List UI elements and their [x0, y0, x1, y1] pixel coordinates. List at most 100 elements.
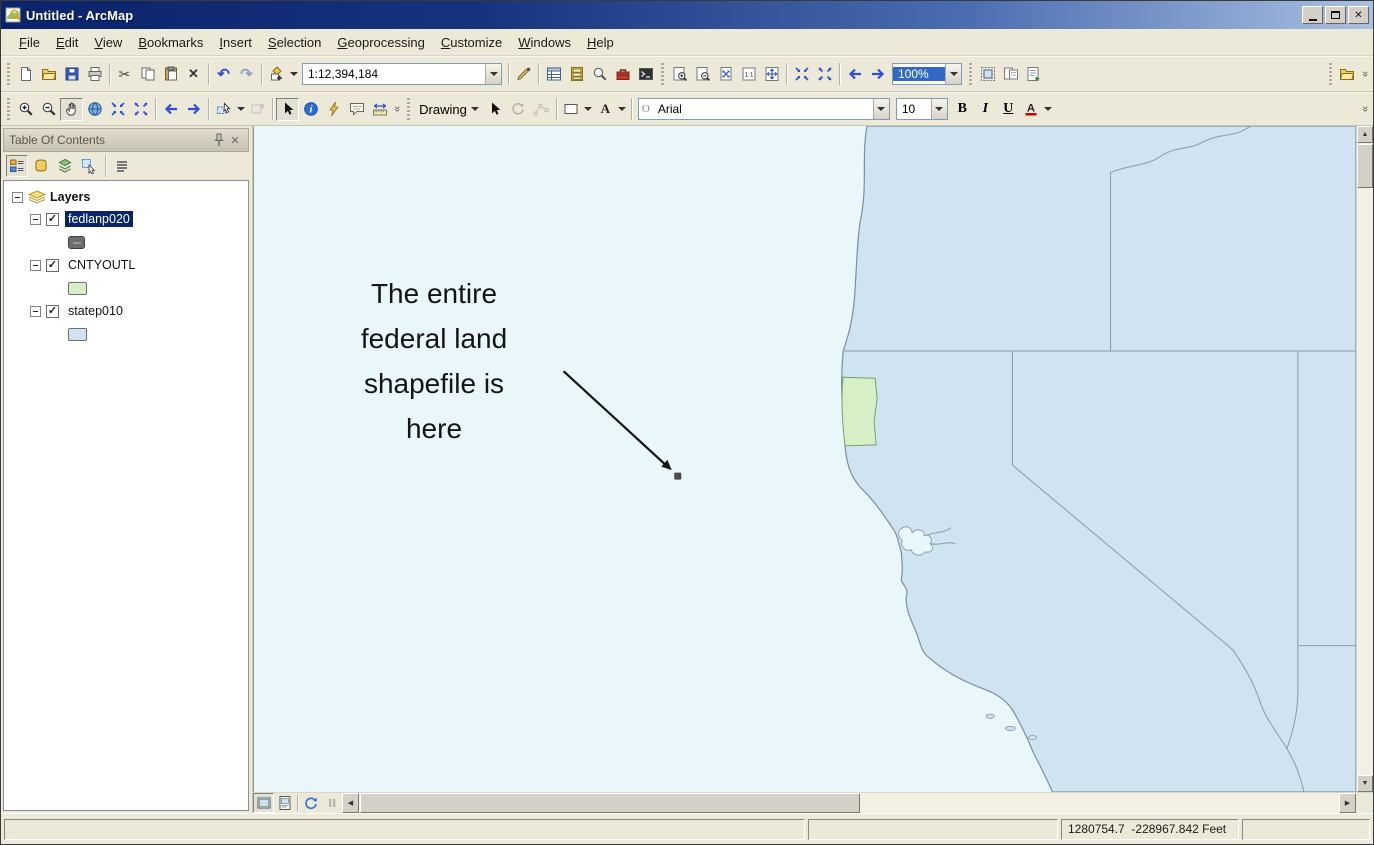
layer-checkbox[interactable]: ✓: [46, 213, 59, 226]
pause-drawing-button[interactable]: [321, 793, 342, 813]
scroll-down-button[interactable]: ▼: [1357, 775, 1373, 792]
minimize-button[interactable]: [1302, 6, 1323, 24]
collapse-icon[interactable]: [30, 260, 41, 271]
paste-button[interactable]: [159, 63, 182, 86]
vertical-scrollbar[interactable]: ▲ ▼: [1356, 126, 1373, 792]
measure-button[interactable]: [368, 98, 391, 121]
copy-button[interactable]: [136, 63, 159, 86]
font-color-dropdown[interactable]: [1043, 98, 1054, 121]
polygon-symbol-swatch[interactable]: [68, 328, 87, 341]
menu-geoprocessing[interactable]: Geoprocessing: [329, 31, 432, 54]
toolbar-overflow-chevron-icon[interactable]: »: [391, 106, 403, 112]
arctoolbox-button[interactable]: [611, 63, 634, 86]
change-layout-button[interactable]: [999, 63, 1022, 86]
layers-root-label[interactable]: Layers: [50, 190, 90, 204]
layer-checkbox[interactable]: ✓: [46, 305, 59, 318]
layer-row-statep010[interactable]: ✓ statep010: [4, 300, 248, 322]
toolbar-overflow-chevron-icon[interactable]: »: [1359, 71, 1371, 77]
open-button[interactable]: [37, 63, 60, 86]
map-canvas[interactable]: The entire federal land shapefile is her…: [253, 126, 1356, 792]
toolbar-grip[interactable]: [7, 98, 10, 120]
add-data-button[interactable]: [265, 63, 288, 86]
scroll-right-button[interactable]: ▶: [1339, 793, 1356, 813]
vertical-scroll-thumb[interactable]: [1357, 144, 1373, 188]
menu-help[interactable]: Help: [579, 31, 622, 54]
toc-close-button[interactable]: ✕: [227, 132, 243, 148]
layout-zoom-value[interactable]: 100%: [893, 67, 945, 81]
menu-selection[interactable]: Selection: [260, 31, 329, 54]
collapse-icon[interactable]: [30, 306, 41, 317]
layer-row-cntyoutl[interactable]: ✓ CNTYOUTL: [4, 254, 248, 276]
menu-edit[interactable]: Edit: [48, 31, 86, 54]
maximize-button[interactable]: [1325, 6, 1346, 24]
full-extent-button[interactable]: [83, 98, 106, 121]
pan-page-button[interactable]: [760, 63, 783, 86]
drawing-menu-button[interactable]: Drawing: [414, 100, 484, 119]
polygon-symbol-swatch[interactable]: [68, 282, 87, 295]
scroll-up-button[interactable]: ▲: [1357, 126, 1373, 143]
font-name-value[interactable]: Arial: [653, 102, 873, 116]
fixed-zoom-out-button[interactable]: [129, 98, 152, 121]
zoom-in-page-button[interactable]: [668, 63, 691, 86]
python-window-button[interactable]: [634, 63, 657, 86]
rotate-element-button[interactable]: [507, 98, 530, 121]
select-features-dropdown[interactable]: [235, 98, 246, 121]
title-bar[interactable]: Untitled - ArcMap ✕: [1, 1, 1373, 29]
menu-windows[interactable]: Windows: [510, 31, 579, 54]
go-back-extent-button[interactable]: [159, 98, 182, 121]
layout-zoom-combo[interactable]: 100%: [892, 63, 962, 85]
italic-button[interactable]: I: [974, 98, 997, 121]
map-scale-combo[interactable]: 1:12,394,184: [302, 63, 502, 85]
menu-view[interactable]: View: [86, 31, 130, 54]
zoom-out-page-button[interactable]: [691, 63, 714, 86]
federal-land-point[interactable]: [674, 473, 681, 480]
map-view[interactable]: [254, 126, 1356, 792]
toolbar-grip[interactable]: [969, 63, 972, 85]
delete-button[interactable]: ✕: [182, 63, 205, 86]
font-color-button[interactable]: A: [1020, 98, 1043, 121]
scroll-left-button[interactable]: ◀: [342, 793, 359, 813]
menu-bookmarks[interactable]: Bookmarks: [130, 31, 211, 54]
toolbar-grip[interactable]: [1329, 63, 1332, 85]
go-forward-extent-button[interactable]: [182, 98, 205, 121]
close-button[interactable]: ✕: [1348, 6, 1369, 24]
list-by-selection-button[interactable]: [78, 155, 100, 177]
go-back-extent-page-button[interactable]: [843, 63, 866, 86]
new-document-button[interactable]: [14, 63, 37, 86]
scale-dropdown-button[interactable]: [485, 64, 501, 84]
list-by-source-button[interactable]: [30, 155, 52, 177]
html-popup-button[interactable]: [345, 98, 368, 121]
horizontal-scrollbar[interactable]: [359, 793, 1339, 813]
fixed-zoom-in-page-button[interactable]: [790, 63, 813, 86]
layer-name[interactable]: fedlanp020: [65, 211, 133, 227]
rectangle-tool-button[interactable]: [560, 98, 583, 121]
collapse-icon[interactable]: [12, 192, 23, 203]
drawing-select-elements-button[interactable]: [484, 98, 507, 121]
pan-button[interactable]: [60, 98, 83, 121]
list-by-visibility-button[interactable]: [54, 155, 76, 177]
search-window-button[interactable]: [588, 63, 611, 86]
redo-button[interactable]: ↷: [235, 63, 258, 86]
layers-root-row[interactable]: Layers: [4, 186, 248, 208]
catalog-window-button[interactable]: [565, 63, 588, 86]
font-size-combo[interactable]: 10: [896, 98, 948, 120]
save-button[interactable]: [60, 63, 83, 86]
annotation-text[interactable]: The entire federal land shapefile is her…: [309, 271, 559, 451]
table-of-contents-window-button[interactable]: [542, 63, 565, 86]
layout-zoom-dropdown-button[interactable]: [945, 64, 961, 84]
map-scale-value[interactable]: 1:12,394,184: [303, 67, 485, 81]
print-button[interactable]: [83, 63, 106, 86]
shape-tool-dropdown[interactable]: [583, 98, 594, 121]
menu-file[interactable]: File: [11, 31, 48, 54]
cut-button[interactable]: ✂: [113, 63, 136, 86]
focus-data-frame-button[interactable]: [976, 63, 999, 86]
layout-view-button[interactable]: [274, 793, 295, 813]
toolbar-grip[interactable]: [7, 63, 10, 85]
data-view-button[interactable]: [253, 793, 274, 813]
menu-insert[interactable]: Insert: [211, 31, 260, 54]
horizontal-scroll-thumb[interactable]: [360, 793, 860, 813]
zoom-whole-page-button[interactable]: [714, 63, 737, 86]
fixed-zoom-out-page-button[interactable]: [813, 63, 836, 86]
select-elements-button[interactable]: [276, 98, 299, 121]
hyperlink-button[interactable]: [322, 98, 345, 121]
